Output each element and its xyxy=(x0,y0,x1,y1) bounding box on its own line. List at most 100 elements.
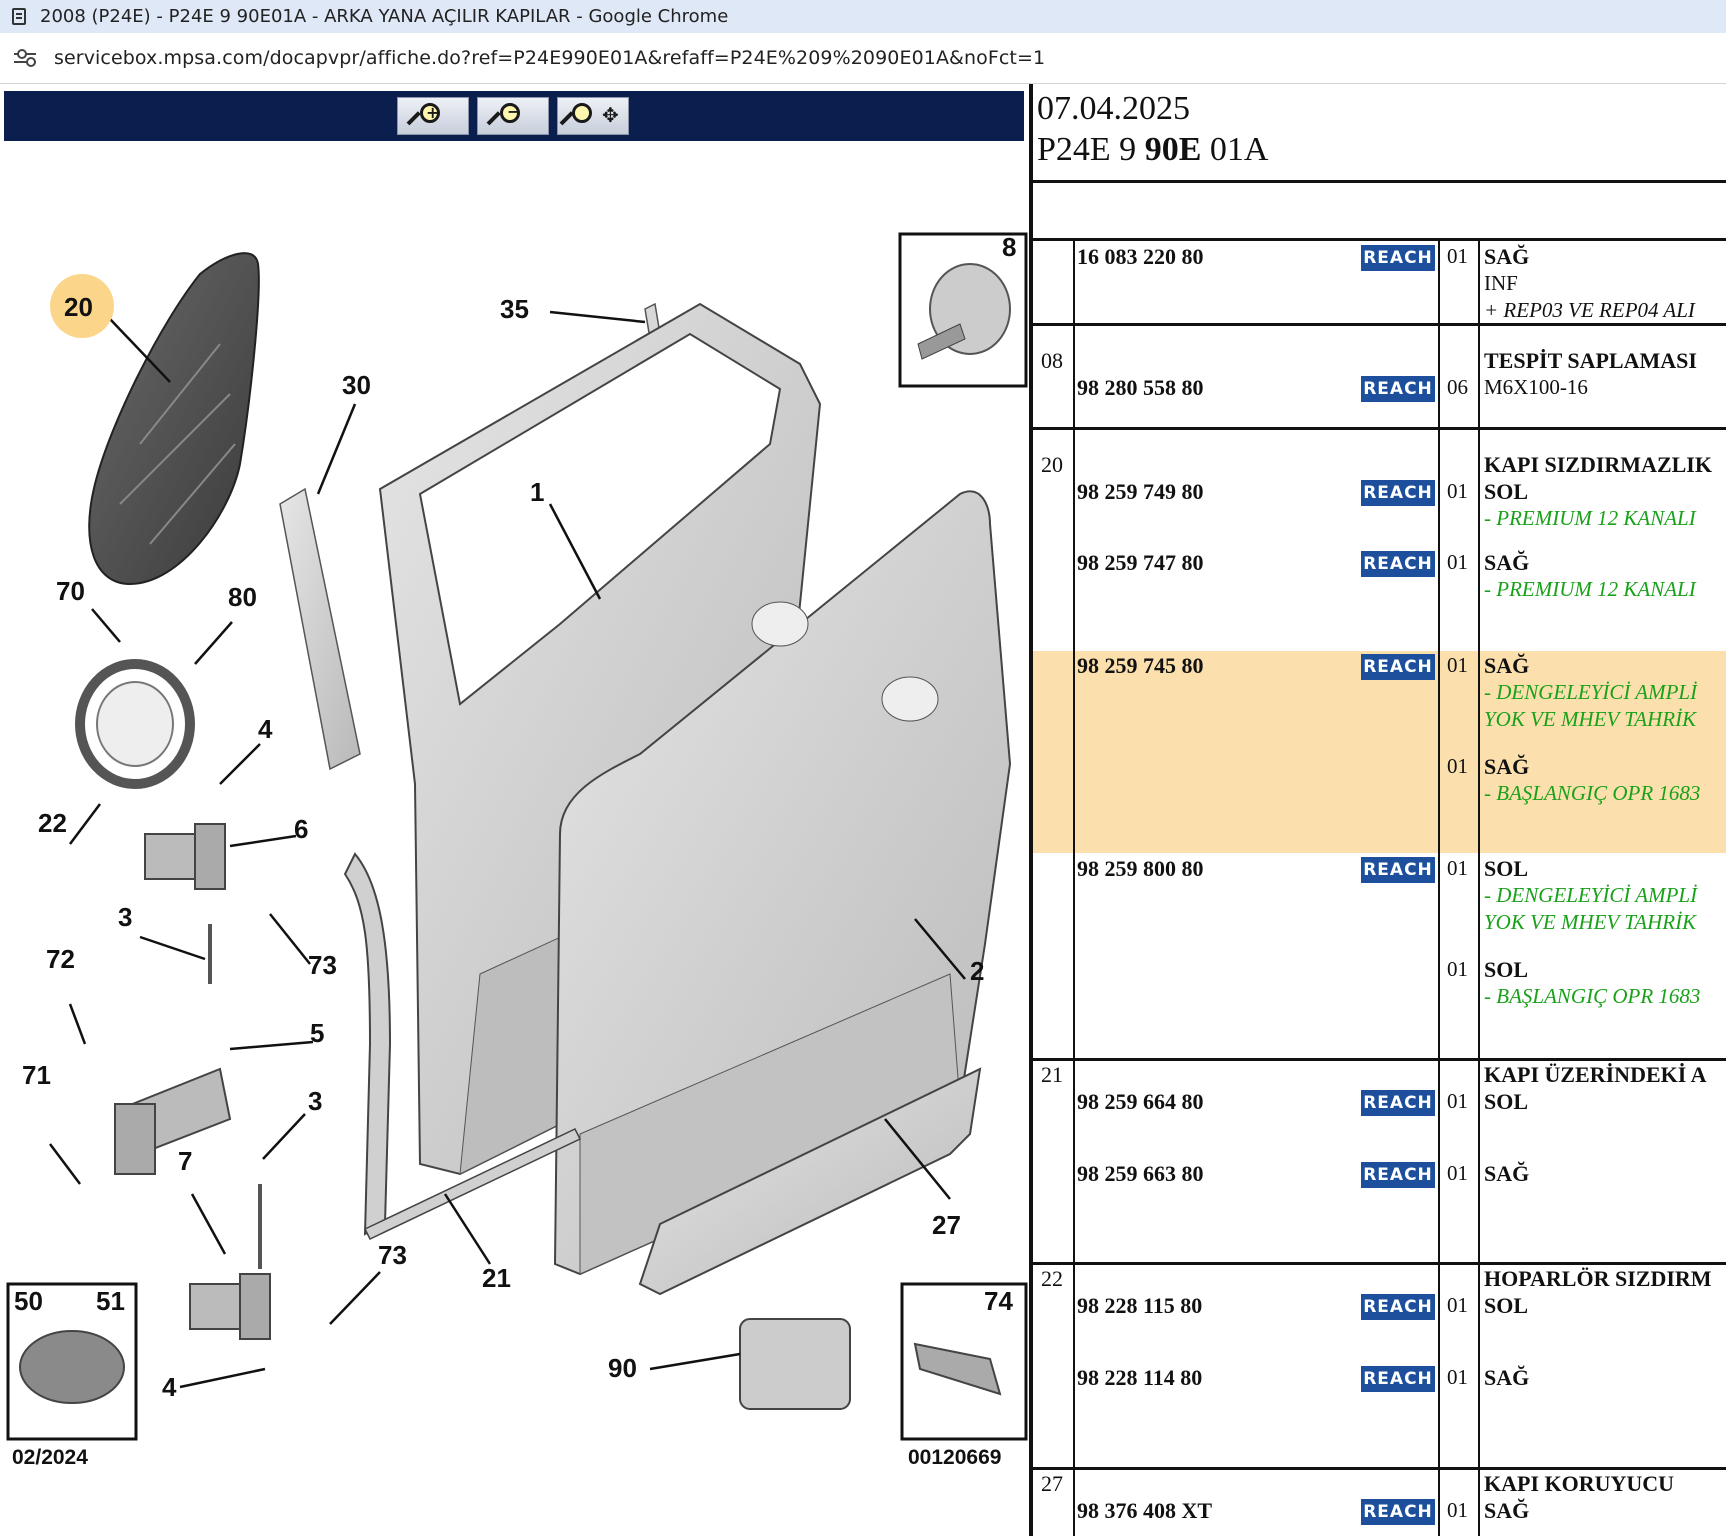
reach-badge[interactable]: REACH xyxy=(1361,1499,1435,1525)
callout-label[interactable]: 21 xyxy=(482,1263,511,1293)
part-designation: TESPİT SAPLAMASI xyxy=(1484,348,1697,373)
part-21-weatherstrip xyxy=(343,852,392,1236)
quantity: 01 xyxy=(1447,479,1468,503)
reach-badge[interactable]: REACH xyxy=(1361,551,1435,577)
callout-label[interactable]: 20 xyxy=(64,292,93,322)
quantity: 01 xyxy=(1447,1498,1468,1522)
quantity: 01 xyxy=(1447,550,1468,574)
header-separator xyxy=(1033,180,1726,183)
side-label: SOL xyxy=(1484,856,1529,881)
callout-label[interactable]: 7 xyxy=(178,1146,192,1176)
group-separator xyxy=(1033,427,1726,430)
part-number[interactable]: 16 083 220 80 xyxy=(1077,244,1204,270)
group-number: 20 xyxy=(1041,452,1063,477)
callout-label[interactable]: 27 xyxy=(932,1210,961,1240)
reach-badge[interactable]: REACH xyxy=(1361,654,1435,680)
group-number: 22 xyxy=(1041,1266,1063,1291)
description-note: + REP03 VE REP04 ALI xyxy=(1484,298,1695,322)
side-label: SOL xyxy=(1484,1089,1529,1114)
group-number: 21 xyxy=(1041,1062,1063,1087)
part-number[interactable]: 98 228 114 80 xyxy=(1077,1365,1202,1391)
side-label: SAĞ xyxy=(1484,550,1530,575)
callout-label[interactable]: 35 xyxy=(500,294,529,324)
inset-date-label: 02/2024 xyxy=(12,1446,88,1469)
callout-label[interactable]: 90 xyxy=(608,1353,637,1383)
quantity: 01 xyxy=(1447,653,1468,677)
part-90-fastener-kit xyxy=(739,1318,851,1410)
zoom-out-button[interactable]: − xyxy=(477,97,549,135)
part-designation: KAPI ÜZERİNDEKİ A xyxy=(1484,1062,1707,1087)
callout-label[interactable]: 2 xyxy=(970,956,984,986)
part-22-speaker-ring xyxy=(75,659,195,789)
callout-label[interactable]: 8 xyxy=(1002,232,1016,262)
reach-badge[interactable]: REACH xyxy=(1361,1162,1435,1188)
callout-label[interactable]: 72 xyxy=(46,944,75,974)
side-label: SAĞ xyxy=(1484,754,1530,779)
callout-label[interactable]: 73 xyxy=(378,1240,407,1270)
side-label: SAĞ xyxy=(1484,244,1530,269)
callout-label[interactable]: 50 xyxy=(14,1286,43,1316)
callout-label[interactable]: 3 xyxy=(118,902,132,932)
diagram-code-label: 00120669 xyxy=(908,1446,1001,1469)
url-text[interactable]: servicebox.mpsa.com/docapvpr/affiche.do?… xyxy=(54,47,1045,69)
part-number[interactable]: 98 259 664 80 xyxy=(1077,1089,1204,1115)
part-number[interactable]: 98 259 663 80 xyxy=(1077,1161,1204,1187)
zoom-toolbar: + − ✥ xyxy=(4,91,1024,141)
catalog-date: 07.04.2025 xyxy=(1037,90,1190,127)
reach-badge[interactable]: REACH xyxy=(1361,1090,1435,1116)
callout-label[interactable]: 71 xyxy=(22,1060,51,1090)
quantity: 01 xyxy=(1447,856,1468,880)
part-number[interactable]: 98 259 800 80 xyxy=(1077,856,1204,882)
description-note: - PREMIUM 12 KANALI xyxy=(1484,577,1696,601)
diagram-pane: + − ✥ 20 35 30 1 8 70 80 4 22 6 3 73 72 … xyxy=(0,84,1032,1536)
reach-badge[interactable]: REACH xyxy=(1361,1366,1435,1392)
callout-label[interactable]: 74 xyxy=(984,1286,1013,1316)
exploded-parts-diagram[interactable]: 20 35 30 1 8 70 80 4 22 6 3 73 72 5 71 3… xyxy=(0,144,1030,1534)
callout-label[interactable]: 5 xyxy=(310,1018,324,1048)
part-number[interactable]: 98 376 408 XT xyxy=(1077,1498,1212,1524)
column-separator xyxy=(1073,238,1075,1536)
callout-label[interactable]: 51 xyxy=(96,1286,125,1316)
reach-badge[interactable]: REACH xyxy=(1361,480,1435,506)
reach-badge[interactable]: REACH xyxy=(1361,1294,1435,1320)
callout-label[interactable]: 6 xyxy=(294,814,308,844)
callout-label[interactable]: 80 xyxy=(228,582,257,612)
catalog-reference: P24E 9 90E 01A xyxy=(1037,131,1269,168)
side-label: SAĞ xyxy=(1484,1498,1530,1523)
callout-label[interactable]: 3 xyxy=(308,1086,322,1116)
callout-label[interactable]: 1 xyxy=(530,477,544,507)
pan-zoom-button[interactable]: ✥ xyxy=(557,97,629,135)
site-settings-icon[interactable] xyxy=(14,49,36,67)
window-title: 2008 (P24E) - P24E 9 90E01A - ARKA YANA … xyxy=(40,6,729,27)
group-number: 08 xyxy=(1041,348,1063,373)
zoom-in-button[interactable]: + xyxy=(397,97,469,135)
address-bar[interactable]: servicebox.mpsa.com/docapvpr/affiche.do?… xyxy=(0,33,1726,84)
part-number[interactable]: 98 228 115 80 xyxy=(1077,1293,1202,1319)
callout-label[interactable]: 4 xyxy=(258,714,273,744)
reach-badge[interactable]: REACH xyxy=(1361,376,1435,402)
parts-list-pane: 07.04.2025 P24E 9 90E 01A 16 083 220 80 … xyxy=(1033,84,1726,1536)
group-separator xyxy=(1033,1262,1726,1265)
quantity: 01 xyxy=(1447,754,1468,778)
callout-label[interactable]: 70 xyxy=(56,576,85,606)
part-number[interactable]: 98 259 747 80 xyxy=(1077,550,1204,576)
reach-badge[interactable]: REACH xyxy=(1361,245,1435,271)
side-label: SOL xyxy=(1484,1293,1529,1318)
part-6-upper-hinge xyxy=(144,823,226,984)
quantity: 01 xyxy=(1447,1089,1468,1113)
part-number[interactable]: 98 280 558 80 xyxy=(1077,375,1204,401)
callout-label[interactable]: 30 xyxy=(342,370,371,400)
callout-label[interactable]: 22 xyxy=(38,808,67,838)
header-separator xyxy=(1033,238,1726,241)
group-number: 27 xyxy=(1041,1471,1063,1496)
callout-label[interactable]: 73 xyxy=(308,950,337,980)
part-designation: HOPARLÖR SIZDIRM xyxy=(1484,1266,1712,1291)
window-title-bar: 2008 (P24E) - P24E 9 90E01A - ARKA YANA … xyxy=(0,0,1726,33)
part-number[interactable]: 98 259 745 80 xyxy=(1077,653,1204,679)
side-label: SOL xyxy=(1484,957,1529,982)
column-separator xyxy=(1478,238,1480,1536)
description-note: - DENGELEYİCİ AMPLİ xyxy=(1484,680,1698,704)
callout-label[interactable]: 4 xyxy=(162,1372,177,1402)
reach-badge[interactable]: REACH xyxy=(1361,857,1435,883)
part-number[interactable]: 98 259 749 80 xyxy=(1077,479,1204,505)
